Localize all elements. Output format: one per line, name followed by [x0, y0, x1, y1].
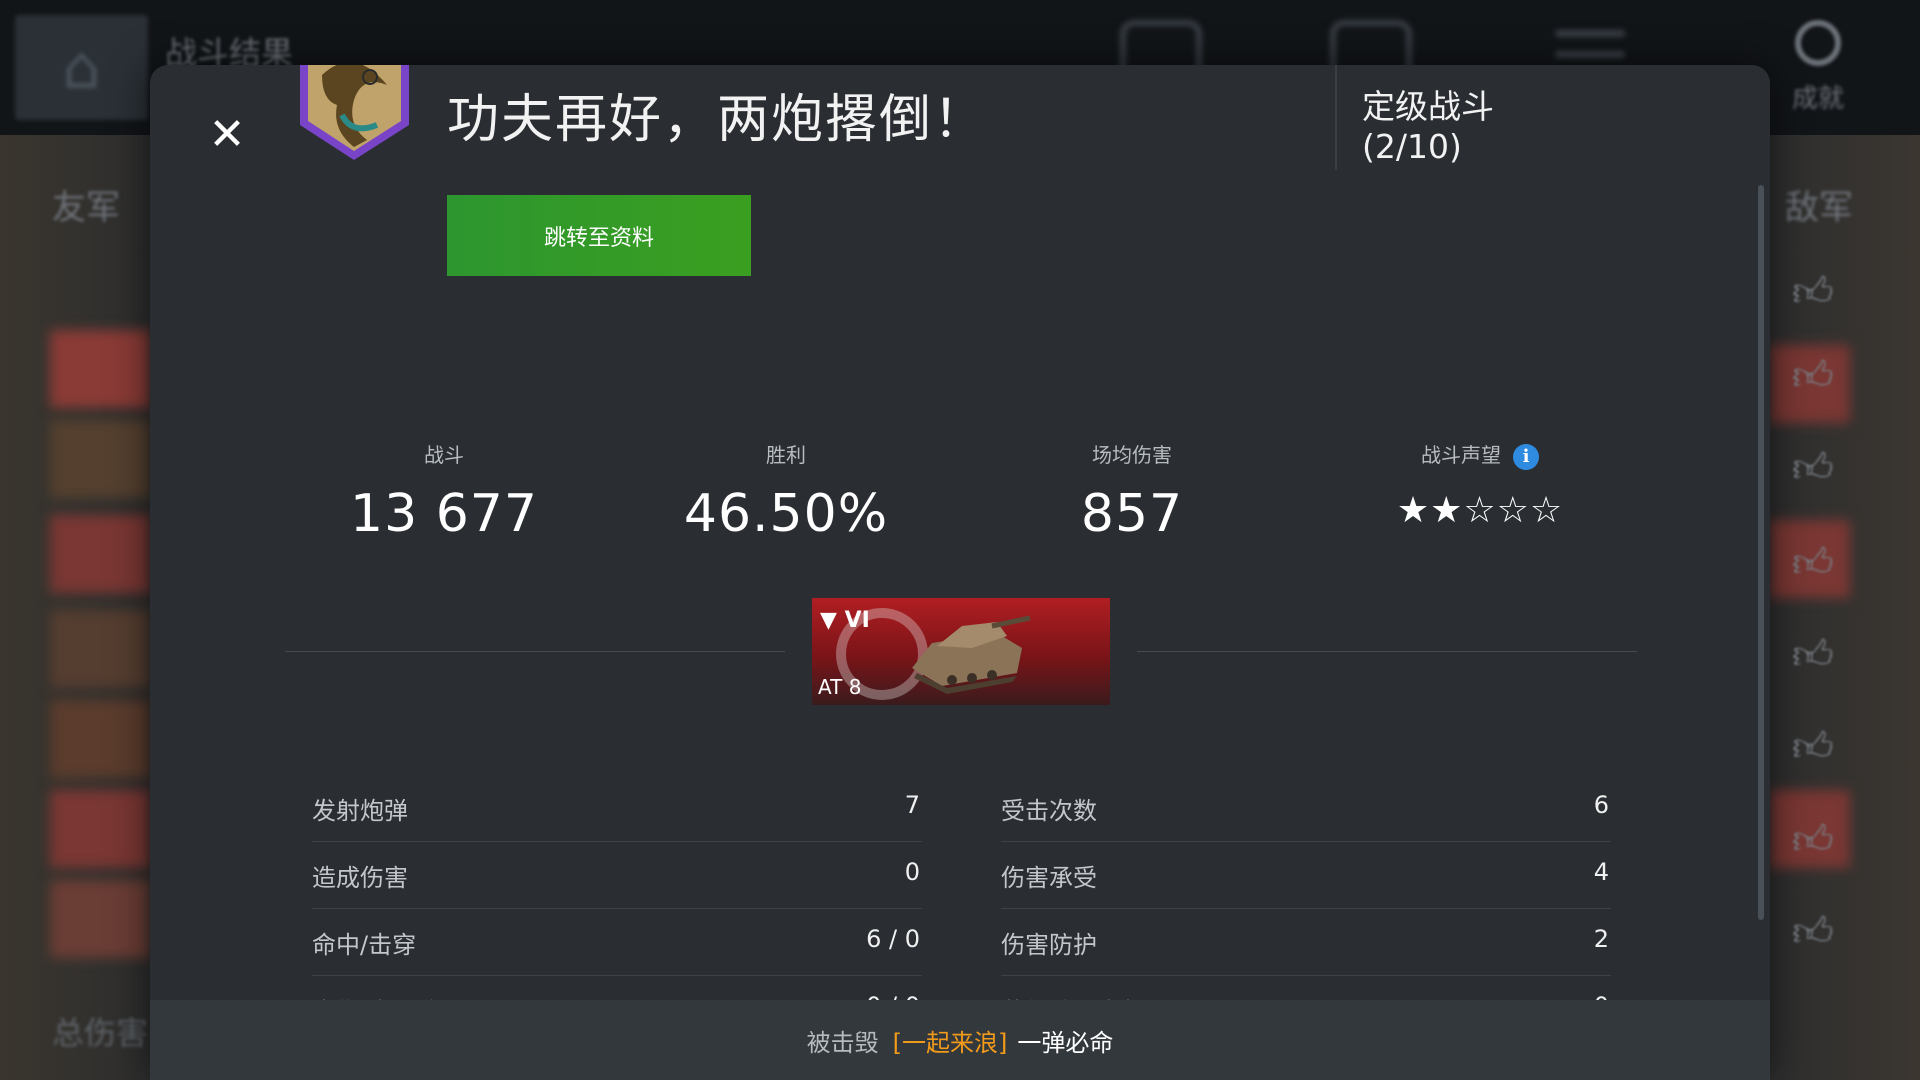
detail-row: 伤害防护 2 — [1001, 909, 1611, 976]
stat-win-rate: 胜利 46.50% — [636, 440, 936, 544]
separator-line — [285, 651, 785, 652]
stat-reputation: 战斗声望 i ★★☆☆☆ — [1330, 440, 1630, 531]
destroyed-by-footer: 被击毁 [一起来浪] 一弹必命 — [150, 1000, 1770, 1080]
detail-label: 伤害防护 — [1001, 931, 1097, 959]
total-damage-label: 总伤害 — [52, 1014, 149, 1052]
medal-icon — [1795, 20, 1841, 66]
thumbs-up-icon: 👍︎ — [1792, 353, 1834, 399]
detail-value: 6 — [1593, 791, 1609, 819]
stat-label: 场均伤害 — [1092, 443, 1172, 467]
detail-row: 命中/击穿 6 / 0 — [312, 909, 922, 976]
destroyed-by-label: 被击毁 — [806, 1028, 879, 1057]
ally-row — [50, 700, 150, 778]
scrollbar[interactable] — [1758, 185, 1764, 920]
enemies-label: 敌军 — [1785, 188, 1853, 228]
detail-row: 受击次数 6 — [1001, 775, 1611, 842]
player-title: 功夫再好，两炮撂倒！ — [447, 90, 988, 150]
goto-profile-button[interactable]: 跳转至资料 — [447, 195, 751, 276]
thumbs-up-icon: 👍︎ — [1792, 724, 1834, 770]
thumbs-up-icon: 👍︎ — [1792, 909, 1834, 955]
ally-row — [50, 420, 150, 498]
tank-icon — [912, 615, 1031, 694]
detail-value: 2 — [1593, 925, 1609, 953]
tank-card: ▼ VI AT 8 — [812, 598, 1110, 705]
stat-label-text: 战斗声望 — [1421, 443, 1501, 467]
ally-row — [50, 880, 150, 958]
header-divider — [1335, 65, 1337, 170]
reputation-stars: ★★☆☆☆ — [1396, 490, 1564, 531]
ally-row — [50, 515, 150, 593]
player-profile-dialog: ✕ 功夫再好，两炮撂倒！ 跳转至资料 定级战斗 (2/10) 战斗 13 677 … — [150, 65, 1770, 1080]
detail-label: 伤害承受 — [1001, 864, 1097, 892]
allies-label: 友军 — [52, 188, 120, 228]
goto-profile-label: 跳转至资料 — [543, 225, 654, 251]
separator-line — [1137, 651, 1637, 652]
thumbs-up-icon: 👍︎ — [1792, 817, 1834, 863]
thumbs-up-icon: 👍︎ — [1792, 445, 1834, 491]
stat-label: 胜利 — [766, 443, 806, 467]
stat-value: 13 677 — [350, 484, 538, 544]
detail-row: 发射炮弹 7 — [312, 775, 922, 842]
detail-value: 4 — [1593, 858, 1609, 886]
achievements-label: 成就 — [1791, 84, 1844, 114]
ally-row — [50, 330, 150, 408]
killer-name[interactable]: 一弹必命 — [1017, 1023, 1113, 1058]
detail-label: 发射炮弹 — [312, 797, 408, 825]
detail-row: 伤害承受 4 — [1001, 842, 1611, 909]
player-emblem-icon — [292, 65, 417, 165]
battle-type-label: 定级战斗 (2/10) — [1362, 87, 1494, 166]
detail-value: 7 — [904, 791, 920, 819]
tank-tier: ▼ VI — [820, 608, 870, 633]
thumbs-up-icon: 👍︎ — [1792, 632, 1834, 678]
achievements-tab: 成就 — [1768, 20, 1868, 115]
stat-avg-damage: 场均伤害 857 — [982, 440, 1282, 544]
detail-value: 0 — [904, 858, 920, 886]
ally-row — [50, 790, 150, 868]
stat-value: 46.50% — [683, 484, 889, 544]
info-icon[interactable]: i — [1513, 443, 1539, 470]
close-button[interactable]: ✕ — [202, 110, 252, 160]
close-icon: ✕ — [208, 109, 246, 160]
thumbs-up-icon: 👍︎ — [1792, 269, 1834, 315]
home-icon: ⌂ — [15, 15, 148, 120]
ally-row — [50, 610, 150, 688]
stat-battles: 战斗 13 677 — [294, 440, 594, 544]
detail-label: 命中/击穿 — [312, 931, 417, 959]
detail-row: 造成伤害 0 — [312, 842, 922, 909]
detail-value: 6 / 0 — [866, 925, 920, 953]
thumbs-up-icon: 👍︎ — [1792, 540, 1834, 586]
tank-name: AT 8 — [818, 675, 862, 699]
stat-label: 战斗声望 i — [1330, 440, 1630, 470]
detail-label: 受击次数 — [1001, 797, 1097, 825]
stat-label: 战斗 — [424, 443, 464, 467]
killer-clan-tag[interactable]: [一起来浪] — [893, 1023, 1008, 1058]
stat-value: 857 — [1080, 484, 1184, 544]
detail-label: 造成伤害 — [312, 864, 408, 892]
